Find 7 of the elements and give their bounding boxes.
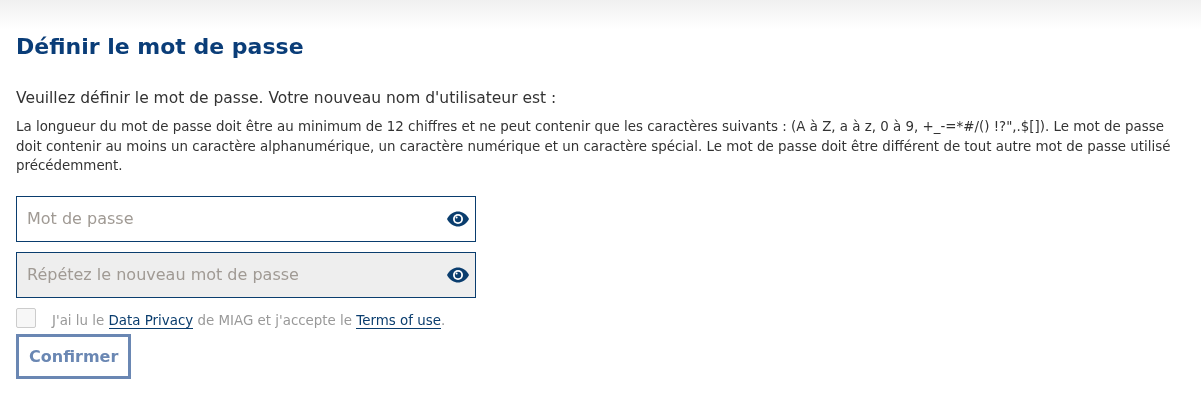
password-field[interactable]: Mot de passe <box>16 195 476 242</box>
consent-text: J'ai lu le Data Privacy de MIAG et j'accepte le Terms of use. <box>52 312 446 328</box>
page-title: Définir le mot de passe <box>16 34 305 59</box>
password-rules-text: La longueur du mot de passe doit être au minimum de 12 chiffres et ne peut contenir que les caractères suivants : (A à Z, a à z, 0 à 9, +_-=*#/() !?",.$[]). Le mot de passe doit contenir au moins un caractère alphanumérique, un caractère numérique et un caractère spécial. Le mot de passe doit être différent de tout autre mot de passe utilisé précédemment. <box>16 118 1172 175</box>
intro-text: Veuillez définir le mot de passe. Votre nouveau nom d'utilisateur est : <box>16 89 558 107</box>
eye-icon[interactable] <box>446 210 470 227</box>
eye-icon[interactable] <box>446 266 470 283</box>
